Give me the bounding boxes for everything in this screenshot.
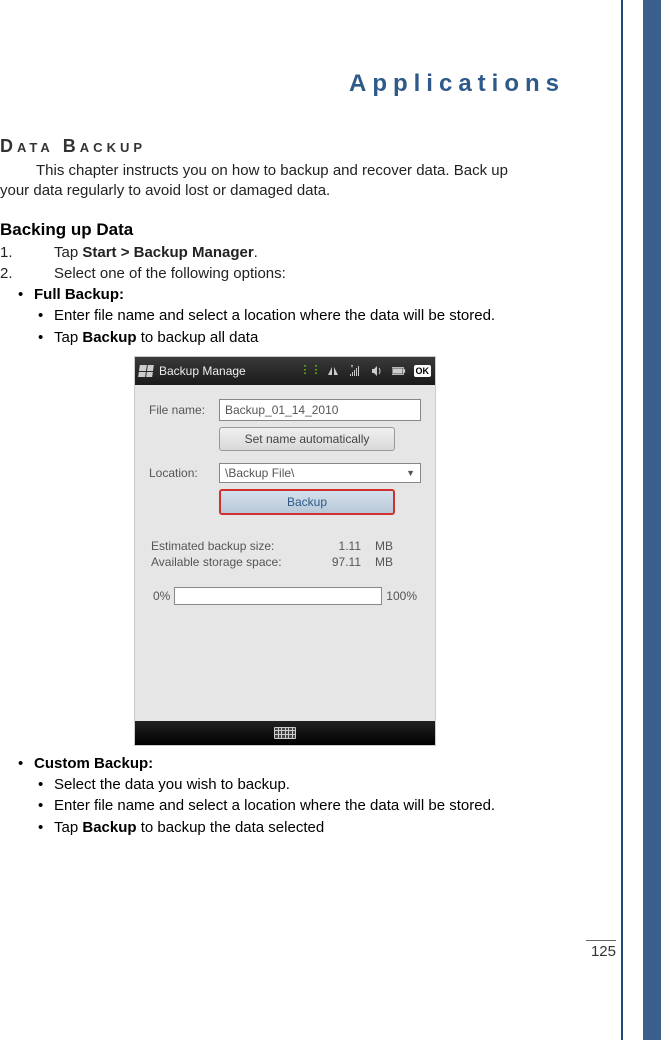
list-item: Enter file name and select a location wh… (0, 306, 565, 326)
option-full-backup: Full Backup: (0, 285, 565, 305)
file-name-input[interactable]: Backup_01_14_2010 (219, 399, 421, 421)
right-margin-accent (643, 0, 661, 1040)
chevron-down-icon: ▼ (406, 468, 415, 478)
progress-100: 100% (386, 589, 417, 603)
avail-space-value: 97.11 (311, 555, 361, 569)
window-title: Backup Manage (159, 364, 246, 378)
est-size-label: Estimated backup size: (151, 539, 311, 553)
step-number: 1. (0, 243, 34, 263)
option-list: Custom Backup: (0, 754, 565, 774)
progress-0: 0% (153, 589, 170, 603)
avail-space-label: Available storage space: (151, 555, 311, 569)
step-1: 1. Tap Start > Backup Manager. (0, 243, 565, 263)
est-size-unit: MB (375, 539, 393, 553)
list-item: Select the data you wish to backup. (0, 775, 565, 795)
list-item: Enter file name and select a location wh… (0, 796, 565, 816)
signal-icon[interactable] (348, 364, 362, 378)
step-text-bold: Start > Backup Manager (82, 244, 253, 261)
keyboard-icon[interactable] (274, 727, 296, 739)
option-label: Custom Backup: (34, 755, 153, 772)
screenshot-body: File name: Backup_01_14_2010 Set name au… (135, 385, 435, 619)
progress-bar (174, 587, 382, 605)
titlebar: Backup Manage ⋮⋮ OK (135, 357, 435, 385)
progress-row: 0% 100% (149, 587, 421, 605)
stats-block: Estimated backup size: 1.11 MB Available… (151, 539, 419, 569)
list-item: Tap Backup to backup all data (0, 328, 565, 348)
stats-row: Available storage space: 97.11 MB (151, 555, 419, 569)
option-label: Full Backup: (34, 286, 124, 303)
backup-button[interactable]: Backup (219, 489, 395, 515)
step-text-pre: Tap (54, 244, 82, 261)
right-margin-bar (621, 0, 661, 1040)
text-post: to backup all data (137, 329, 259, 346)
text-post: to backup the data selected (137, 819, 325, 836)
location-select[interactable]: \Backup File\ ▼ (219, 463, 421, 483)
ok-button[interactable]: OK (414, 365, 432, 377)
text-bold: Backup (82, 329, 136, 346)
full-backup-steps: Enter file name and select a location wh… (0, 306, 565, 348)
text-pre: Tap (54, 329, 82, 346)
text-bold: Backup (82, 819, 136, 836)
sub-heading: Backing up Data (0, 220, 565, 240)
stats-row: Estimated backup size: 1.11 MB (151, 539, 419, 553)
text-pre: Tap (54, 819, 82, 836)
bottom-bar (135, 721, 435, 745)
custom-backup-steps: Select the data you wish to backup. Ente… (0, 775, 565, 838)
option-list: Full Backup: (0, 285, 565, 305)
activity-icon[interactable]: ⋮⋮ (304, 364, 318, 378)
chapter-title: Applications (0, 70, 565, 98)
intro-text-line2: your data regularly to avoid lost or dam… (0, 181, 565, 201)
file-name-label: File name: (149, 403, 219, 417)
list-item: Tap Backup to backup the data selected (0, 818, 565, 838)
est-size-value: 1.11 (311, 539, 361, 553)
location-value: \Backup File\ (225, 466, 294, 480)
page-number: 125 (586, 940, 616, 960)
steps-list: 1. Tap Start > Backup Manager. 2. Select… (0, 243, 565, 285)
device-screenshot: Backup Manage ⋮⋮ OK File name (134, 356, 436, 746)
option-custom-backup: Custom Backup: (0, 754, 565, 774)
location-row: Location: \Backup File\ ▼ (149, 463, 421, 483)
speaker-icon[interactable] (370, 364, 384, 378)
location-label: Location: (149, 466, 219, 480)
avail-space-unit: MB (375, 555, 393, 569)
connectivity-icon[interactable] (326, 364, 340, 378)
file-name-row: File name: Backup_01_14_2010 (149, 399, 421, 421)
step-number: 2. (0, 264, 34, 284)
section-title: Data Backup (0, 136, 565, 157)
step-text-post: . (254, 244, 258, 261)
step-text: Select one of the following options: (54, 265, 286, 282)
set-name-auto-button[interactable]: Set name automatically (219, 427, 395, 451)
tray-icons: ⋮⋮ OK (246, 364, 433, 378)
intro-text-line1: This chapter instructs you on how to bac… (0, 161, 565, 181)
battery-icon[interactable] (392, 364, 406, 378)
step-2: 2. Select one of the following options: (0, 264, 565, 284)
page-content: Applications Data Backup This chapter in… (0, 0, 620, 838)
windows-icon[interactable] (139, 365, 153, 377)
